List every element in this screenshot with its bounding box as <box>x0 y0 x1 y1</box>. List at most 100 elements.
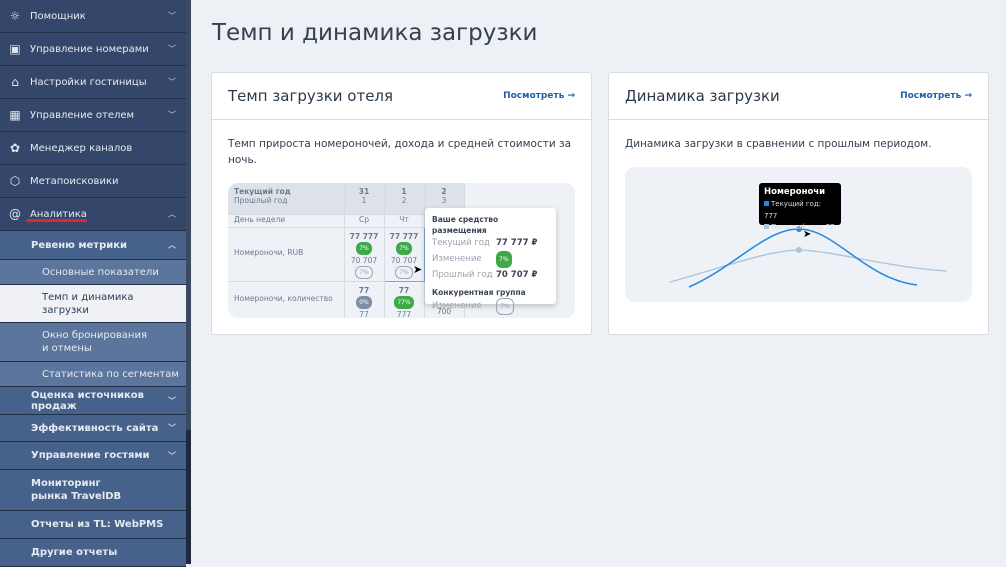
chevron-down-icon: ﹀ <box>168 44 176 54</box>
view-link[interactable]: Посмотреть → <box>503 91 575 101</box>
label: Изменение <box>432 254 482 264</box>
sidebar-item-rooms[interactable]: ▣ Управление номерами ﹀ <box>0 33 186 66</box>
value: 77 777 <box>349 231 379 241</box>
day: 2 <box>441 187 447 196</box>
dow-label: День недели <box>228 213 345 228</box>
label: Управление гостями <box>31 450 150 461</box>
change-badge: 7% <box>356 241 372 255</box>
change-badge: 7% <box>396 241 412 255</box>
sidebar-item-revenue-metrics[interactable]: Ревеню метрики ︿ <box>0 231 186 260</box>
day: 31 <box>358 187 370 196</box>
dow: Ср <box>343 213 385 228</box>
chevron-down-icon: ﹀ <box>168 11 176 21</box>
change-badge: 77% <box>394 295 414 309</box>
chevron-down-icon: ﹀ <box>168 423 176 433</box>
legend-swatch <box>764 201 769 206</box>
page-title: Темп и динамика загрузки <box>212 20 538 46</box>
at-icon: @ <box>9 207 21 221</box>
label: Статистика по сегментам <box>42 368 179 380</box>
pace-preview: Текущий год Прошлый год 31 1 12 23 День не… <box>228 183 575 318</box>
value: 77 <box>398 285 410 295</box>
chevron-up-icon: ︿ <box>168 240 176 250</box>
previous-point <box>796 247 802 253</box>
label: Управление номерами <box>30 43 149 55</box>
day: 1 <box>361 196 367 205</box>
card-description: Динамика загрузки в сравнении с прошлым … <box>625 138 932 150</box>
label: Темп и динамика загрузки <box>42 291 134 316</box>
label: Отчеты из TL: WebPMS <box>31 519 164 530</box>
sidebar-subitem-main[interactable]: Основные показатели <box>0 260 186 285</box>
card-hotel-pace: Темп загрузки отеля Посмотреть → Темп при… <box>211 72 592 335</box>
value: 77 <box>358 285 370 295</box>
chevron-down-icon: ﹀ <box>168 110 176 120</box>
active-underline <box>26 219 87 222</box>
cursor-icon: ➤ <box>803 229 812 240</box>
grid-icon: ▦ <box>9 108 21 122</box>
sidebar-item-sales-sources[interactable]: Оценка источников продаж ﹀ <box>0 387 186 415</box>
label: Ревеню метрики <box>31 239 128 251</box>
sidebar-item-guests[interactable]: Управление гостями ﹀ <box>0 442 186 470</box>
tooltip-title: Номероночи <box>764 187 826 197</box>
sidebar-subitem-pace[interactable]: Темп и динамика загрузки <box>0 285 186 323</box>
label: Помощник <box>30 10 86 22</box>
sidebar-item-analytics[interactable]: @ Аналитика ︿ <box>0 198 186 231</box>
label: Текущий год <box>432 238 490 248</box>
label: Изменение <box>432 301 482 311</box>
main-content: Темп и динамика загрузки Темп загрузки о… <box>191 0 1006 564</box>
sidebar-item-hotel-settings[interactable]: ⌂ Настройки гостиницы ﹀ <box>0 66 186 99</box>
label: Эффективность сайта <box>31 422 159 434</box>
change-badge: 7% <box>355 265 373 279</box>
label: Мониторинг рынка TravelDB <box>31 478 122 502</box>
tooltip-heading: Ваше средство размещения <box>432 215 499 235</box>
change-badge: 7% <box>395 265 413 279</box>
label: Настройки гостиницы <box>30 76 147 88</box>
dow: Чт <box>383 213 425 228</box>
sidebar-item-traveldb[interactable]: Мониторинг рынка TravelDB <box>0 470 186 511</box>
sidebar-item-hotel-management[interactable]: ▦ Управление отелем ﹀ <box>0 99 186 132</box>
row-label: Номероночи, количество <box>228 280 345 318</box>
chevron-down-icon: ﹀ <box>168 396 176 405</box>
value: 70 707 ₽ <box>496 270 538 280</box>
label: Оценка источников продаж <box>31 389 144 412</box>
sidebar-item-webpms[interactable]: Отчеты из TL: WebPMS <box>0 511 186 539</box>
label: Метапоисковики <box>30 175 119 187</box>
chevron-up-icon: ︿ <box>168 209 176 219</box>
sidebar-item-other-reports[interactable]: Другие отчеты <box>0 539 186 567</box>
chevron-down-icon: ﹀ <box>168 451 176 460</box>
cursor-icon: ➤ <box>413 263 423 276</box>
cell-tooltip: Ваше средство размещения Текущий год 77 7… <box>425 208 556 315</box>
chart-tooltip: Номероночи Текущий год: 777 Прошлый год:… <box>759 183 841 231</box>
card-title: Динамика загрузки <box>625 87 780 105</box>
change-badge: 0% <box>356 295 372 309</box>
chevron-down-icon: ﹀ <box>168 77 176 87</box>
value: 777 <box>396 309 412 319</box>
tooltip-heading: Конкурентная группа <box>432 288 526 297</box>
channels-icon: ✿ <box>9 141 21 155</box>
value: 77 <box>359 309 369 319</box>
change-badge: 7% <box>496 251 512 268</box>
sidebar-item-assistant[interactable]: ☼ Помощник ﹀ <box>0 0 186 33</box>
card-description: Темп прироста номероночей, дохода и сред… <box>228 138 572 166</box>
label: Аналитика <box>30 208 87 220</box>
header-current: Текущий год <box>234 187 291 196</box>
day: 3 <box>441 196 447 205</box>
sidebar-subitem-segments[interactable]: Статистика по сегментам <box>0 362 186 387</box>
sidebar-item-channel-manager[interactable]: ✿ Менеджер каналов <box>0 132 186 165</box>
value: 70 707 <box>350 255 378 265</box>
view-link[interactable]: Посмотреть → <box>900 91 972 101</box>
card-load-dynamics: Динамика загрузки Посмотреть → Динамика з… <box>608 72 989 335</box>
row-label: Номероночи, RUB <box>228 226 345 282</box>
sidebar: ☼ Помощник ﹀ ▣ Управление номерами ﹀ ⌂ Настро… <box>0 0 186 567</box>
sidebar-item-site-efficiency[interactable]: Эффективность сайта ﹀ <box>0 415 186 442</box>
house-icon: ⌂ <box>11 75 19 89</box>
header-previous: Прошлый год <box>234 196 288 205</box>
label: Прошлый год <box>432 270 493 280</box>
value: 77 777 <box>389 231 419 241</box>
previous-year-line <box>669 249 948 283</box>
sidebar-subitem-booking-window[interactable]: Окно бронирования и отмены <box>0 323 186 362</box>
tooltip-current: Текущий год: 777 <box>764 200 822 220</box>
sidebar-item-metasearch[interactable]: ⬡ Метапоисковики <box>0 165 186 198</box>
lightbulb-icon: ☼ <box>9 9 21 23</box>
day: 2 <box>401 196 407 205</box>
label: Менеджер каналов <box>30 142 133 154</box>
